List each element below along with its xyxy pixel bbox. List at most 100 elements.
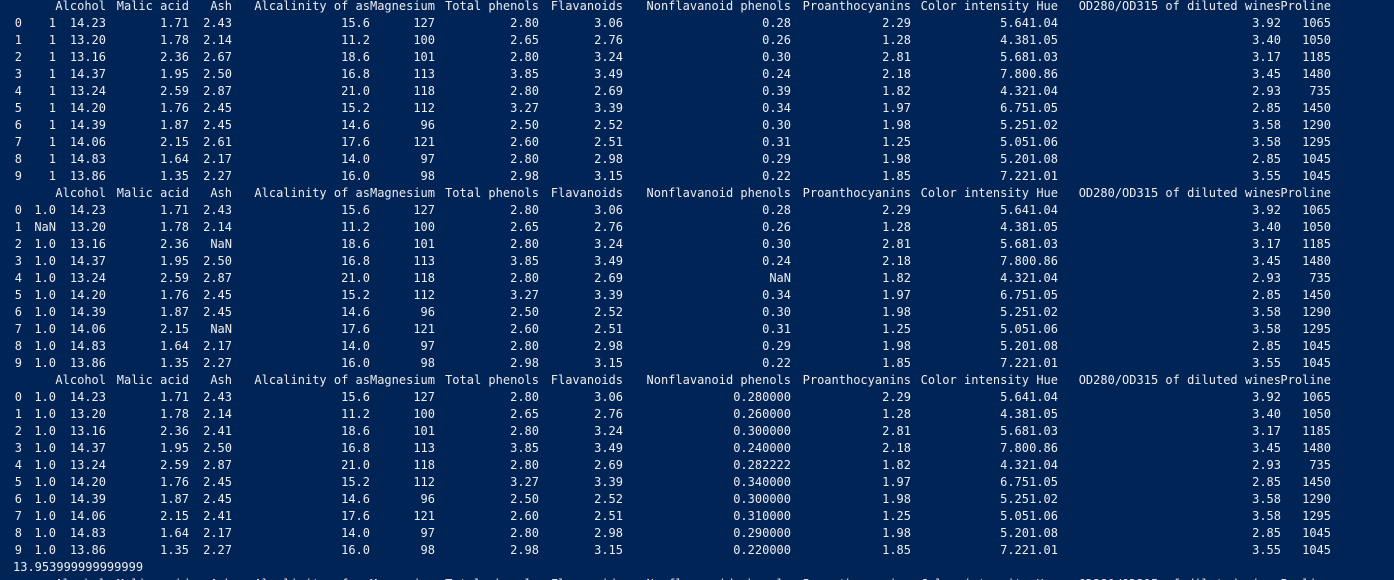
table-cell: 0.24 — [762, 254, 791, 268]
table-cell: 2.85 — [1252, 339, 1281, 353]
table-cell: 118 — [413, 84, 435, 98]
dataframe-row: 3 1.0 14.37 1.95 2.50 16.8 113 3.85 3.49 0.240000… — [0, 440, 1394, 457]
table-cell: 97 — [420, 339, 435, 353]
table-cell: 15.6 — [341, 203, 370, 217]
table-cell: 1 — [48, 16, 56, 30]
table-cell: 2.80 — [510, 526, 539, 540]
dataframe-row: 4 1.0 13.24 2.59 2.87 21.0 118 2.80 2.69 NaN 1.82 4… — [0, 270, 1394, 287]
table-cell: 1.82 — [882, 458, 911, 472]
column-header: Nonflavanoid phenols — [647, 576, 792, 580]
table-cell: 1.97 — [882, 101, 911, 115]
table-cell: 2.59 — [160, 271, 189, 285]
table-cell: 4.38 — [1000, 220, 1029, 234]
table-cell: 1 — [48, 169, 56, 183]
table-cell: 0.30 — [762, 305, 791, 319]
table-cell: 1045 — [1302, 339, 1331, 353]
table-cell: 2.52 — [594, 492, 623, 506]
table-cell: 0.22 — [762, 356, 791, 370]
table-cell: 101 — [413, 237, 435, 251]
table-cell: 1.64 — [160, 152, 189, 166]
dataframe-row: 9 1.0 13.86 1.35 2.27 16.0 98 2.98 3.15 0.220000 1… — [0, 542, 1394, 559]
table-cell: 1.01 — [1029, 169, 1058, 183]
table-cell: 3.45 — [1252, 441, 1281, 455]
table-cell: 3.40 — [1252, 33, 1281, 47]
table-cell: 2.45 — [203, 492, 232, 506]
table-cell: 0.290000 — [733, 526, 791, 540]
table-cell: 3.58 — [1252, 492, 1281, 506]
table-cell: 2.15 — [160, 509, 189, 523]
table-cell: 1.04 — [1029, 458, 1058, 472]
column-header: Malic acid — [116, 373, 189, 387]
table-cell: 5.64 — [1000, 390, 1029, 404]
table-cell: 2.85 — [1252, 101, 1281, 115]
table-cell: 3.55 — [1252, 356, 1281, 370]
table-cell: 3.17 — [1252, 50, 1281, 64]
table-cell: 3.40 — [1252, 407, 1281, 421]
table-cell: 2.80 — [510, 339, 539, 353]
table-cell: 96 — [420, 118, 435, 132]
column-header: Total phenols — [445, 0, 539, 13]
column-header: Proline — [1280, 373, 1331, 387]
table-cell: 1 — [48, 84, 56, 98]
table-cell: 97 — [420, 526, 435, 540]
table-cell: 2.45 — [203, 101, 232, 115]
table-cell: 14.37 — [69, 67, 106, 81]
dataframe-row: 2 1.0 13.16 2.36 NaN 18.6 101 2.80 3.24 0.30 2.81 5… — [0, 236, 1394, 253]
table-cell: 0.220000 — [733, 543, 791, 557]
table-cell: 2.52 — [594, 118, 623, 132]
table-cell: 1.01 — [1029, 543, 1058, 557]
column-header: Total phenols — [445, 373, 539, 387]
dataframe-row: 8 1.0 14.83 1.64 2.17 14.0 97 2.80 2.98 0.29 1.98 5… — [0, 338, 1394, 355]
row-index: 2 — [14, 50, 22, 64]
table-cell: 5.05 — [1000, 509, 1029, 523]
table-cell: 16.8 — [341, 67, 370, 81]
table-cell: 14.6 — [341, 118, 370, 132]
table-cell: 2.45 — [203, 118, 232, 132]
table-cell: 16.0 — [341, 356, 370, 370]
printed-value-line: 13.953999999999999 — [0, 559, 1394, 576]
table-cell: 1045 — [1302, 526, 1331, 540]
table-cell: 14.83 — [69, 339, 106, 353]
column-header: Total phenols — [445, 186, 539, 200]
table-cell: 0.240000 — [733, 441, 791, 455]
table-cell: 3.92 — [1252, 203, 1281, 217]
table-cell: 1.98 — [882, 492, 911, 506]
table-cell: 1.97 — [882, 475, 911, 489]
dataframe-row: 7 1.0 14.06 2.15 2.41 17.6 121 2.60 2.51 0.310000… — [0, 508, 1394, 525]
table-cell: 3.15 — [594, 356, 623, 370]
table-cell: 1.76 — [160, 101, 189, 115]
table-cell: 1.06 — [1029, 322, 1058, 336]
table-cell: 5.20 — [1000, 339, 1029, 353]
table-cell: 98 — [420, 543, 435, 557]
table-cell: 5.20 — [1000, 526, 1029, 540]
table-cell: 1.0 — [34, 458, 56, 472]
table-cell: 1.05 — [1029, 220, 1058, 234]
table-cell: 3.24 — [594, 237, 623, 251]
row-index: 2 — [14, 237, 22, 251]
table-cell: 1.82 — [882, 84, 911, 98]
dataframe-row: 8 1 14.83 1.64 2.17 14.0 97 2.80 2.98 0.29 1.98 5.2… — [0, 151, 1394, 168]
table-cell: 2.50 — [510, 492, 539, 506]
row-index: 7 — [14, 135, 22, 149]
table-cell: 2.80 — [510, 152, 539, 166]
table-cell: 14.20 — [69, 101, 106, 115]
table-cell: 1.0 — [34, 322, 56, 336]
column-header: Alcalinity of as — [254, 186, 370, 200]
table-cell: 3.06 — [594, 203, 623, 217]
row-index: 6 — [14, 492, 22, 506]
table-cell: 2.98 — [594, 526, 623, 540]
table-cell: 14.6 — [341, 492, 370, 506]
column-header: Color intensity — [920, 373, 1029, 387]
table-cell: 0.22 — [762, 169, 791, 183]
table-cell: 2.17 — [203, 339, 232, 353]
row-index: 4 — [14, 84, 22, 98]
table-cell: 14.39 — [69, 305, 106, 319]
table-cell: 3.45 — [1252, 67, 1281, 81]
table-cell: 1.08 — [1029, 526, 1058, 540]
row-index: 8 — [14, 152, 22, 166]
table-cell: 735 — [1309, 84, 1331, 98]
table-cell: 2.80 — [510, 271, 539, 285]
table-cell: 1.64 — [160, 526, 189, 540]
table-cell: 1065 — [1302, 16, 1331, 30]
table-cell: 1.05 — [1029, 407, 1058, 421]
